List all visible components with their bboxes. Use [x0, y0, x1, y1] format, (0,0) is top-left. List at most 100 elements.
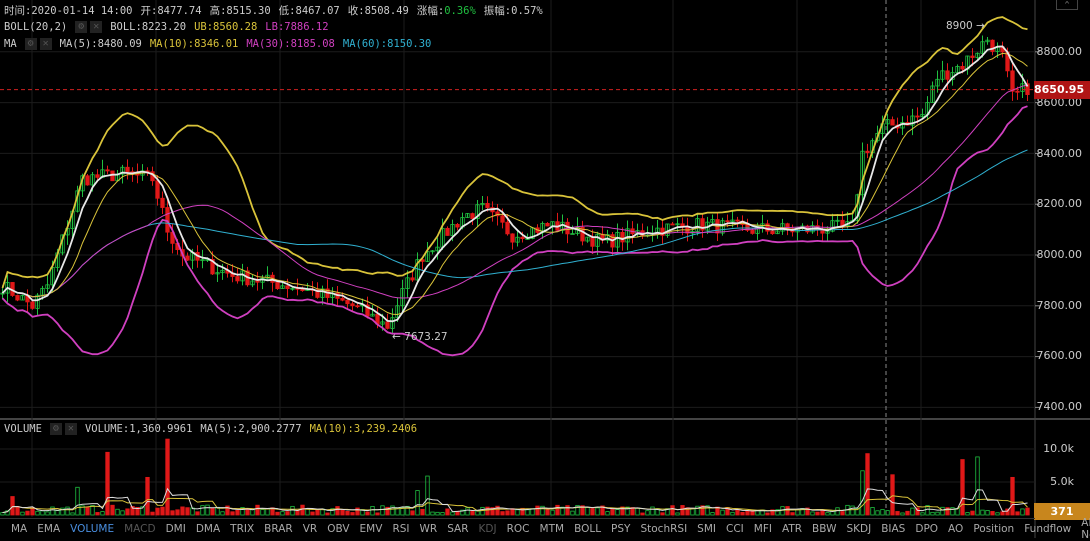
tab-smi[interactable]: SMI	[692, 523, 721, 535]
tab-obv[interactable]: OBV	[322, 523, 354, 535]
candle-body	[945, 70, 950, 80]
settings-icon[interactable]: ⚙	[24, 38, 37, 50]
volume-bar	[485, 506, 490, 516]
volume-bar	[165, 438, 170, 516]
price-tick: 7800.00	[1036, 299, 1083, 312]
tab-vr[interactable]: VR	[298, 523, 322, 535]
tab-dma[interactable]: DMA	[191, 523, 225, 535]
tab-skdj[interactable]: SKDJ	[841, 523, 876, 535]
candle-body	[165, 207, 170, 233]
volume-bar	[35, 510, 40, 516]
tab-emv[interactable]: EMV	[355, 523, 388, 535]
tab-ai-netvol[interactable]: AI-NetVOL	[1076, 517, 1090, 541]
volume-bar	[905, 510, 910, 516]
volume-bar	[720, 509, 725, 516]
volume-bar	[475, 510, 480, 516]
candle-body	[410, 277, 415, 281]
candlestick-chart[interactable]	[0, 0, 1090, 538]
settings-icon[interactable]: ⚙	[75, 21, 88, 33]
candle-body	[455, 224, 460, 228]
volume-bar	[25, 510, 30, 516]
tab-trix[interactable]: TRIX	[225, 523, 259, 535]
close-icon[interactable]: ✕	[90, 21, 103, 33]
tab-kdj[interactable]: KDJ	[474, 523, 502, 535]
volume-bar	[535, 505, 540, 516]
candle-body	[95, 174, 100, 178]
tab-dmi[interactable]: DMI	[161, 523, 191, 535]
volume-bar	[265, 508, 270, 516]
volume-bar	[235, 509, 240, 516]
volume-bar	[965, 512, 970, 516]
tab-mfi[interactable]: MFI	[749, 523, 777, 535]
tab-roc[interactable]: ROC	[502, 523, 535, 535]
volume-bar	[605, 511, 610, 516]
candle-body	[350, 303, 355, 307]
volume-bar	[280, 511, 285, 516]
volume-bar	[290, 505, 295, 516]
candle-body	[255, 280, 260, 283]
volume-bar	[375, 512, 380, 516]
volume-bar	[155, 507, 160, 516]
candle-body	[485, 203, 490, 208]
tab-sar[interactable]: SAR	[442, 523, 473, 535]
candle-body	[520, 236, 525, 240]
settings-icon[interactable]: ⚙	[49, 423, 62, 435]
tab-position[interactable]: Position	[968, 523, 1019, 535]
tab-volume[interactable]: VOLUME	[65, 523, 119, 535]
tab-ema[interactable]: EMA	[32, 523, 65, 535]
tab-bbw[interactable]: BBW	[807, 523, 841, 535]
boll-legend: BOLL(20,2) ⚙ ✕ BOLL:8223.20 UB:8560.28 LB…	[4, 21, 329, 33]
tab-boll[interactable]: BOLL	[569, 523, 606, 535]
tab-brar[interactable]: BRAR	[259, 523, 298, 535]
tab-cci[interactable]: CCI	[721, 523, 749, 535]
tab-atr[interactable]: ATR	[777, 523, 807, 535]
volume-bar	[790, 512, 795, 516]
amplitude-value: 0.57%	[511, 5, 543, 17]
tab-macd[interactable]: MACD	[119, 523, 160, 535]
volume-bar	[505, 510, 510, 516]
tab-ao[interactable]: AO	[943, 523, 968, 535]
candle-body	[570, 233, 575, 235]
tab-dpo[interactable]: DPO	[910, 523, 943, 535]
tab-psy[interactable]: PSY	[606, 523, 635, 535]
volume-bar	[315, 508, 320, 516]
close-icon[interactable]: ✕	[64, 423, 77, 435]
high-annotation: 8900 →	[946, 20, 985, 32]
tab-bias[interactable]: BIAS	[876, 523, 910, 535]
candle-body	[510, 233, 515, 243]
volume-bar	[680, 505, 685, 516]
tab-ma[interactable]: MA	[6, 523, 32, 535]
tab-mtm[interactable]: MTM	[535, 523, 570, 535]
candle-body	[30, 301, 35, 309]
volume-bar	[410, 510, 415, 516]
price-tick: 8000.00	[1036, 248, 1083, 261]
boll-ub: UB:8560.28	[194, 21, 258, 33]
volume-bar	[940, 506, 945, 516]
tab-stochrsi[interactable]: StochRSI	[635, 523, 692, 535]
tab-wr[interactable]: WR	[415, 523, 443, 535]
ma5-value: MA(5):8480.09	[59, 38, 142, 50]
tab-fundflow[interactable]: Fundflow	[1019, 523, 1076, 535]
volume-bar	[860, 470, 865, 516]
collapse-button[interactable]: ^	[1056, 0, 1078, 10]
volume-bar	[645, 510, 650, 516]
close-icon[interactable]: ✕	[39, 38, 52, 50]
volume-bar	[960, 459, 965, 516]
volume-bar	[345, 510, 350, 516]
volume-bar	[545, 509, 550, 516]
candle-body	[960, 66, 965, 70]
volume-bar	[150, 511, 155, 516]
volume-bar	[350, 512, 355, 516]
volume-bar	[125, 508, 130, 516]
price-tick: 8400.00	[1036, 147, 1083, 160]
volume-bar	[120, 510, 125, 516]
volume-bar	[910, 507, 915, 516]
volume-bar	[160, 506, 165, 516]
volume-bar	[570, 510, 575, 516]
tab-rsi[interactable]: RSI	[387, 523, 414, 535]
volume-bar	[65, 506, 70, 516]
volume-bar	[55, 510, 60, 516]
volume-bar	[310, 511, 315, 516]
volume-bar	[745, 510, 750, 516]
ma30-value: MA(30):8185.08	[246, 38, 335, 50]
